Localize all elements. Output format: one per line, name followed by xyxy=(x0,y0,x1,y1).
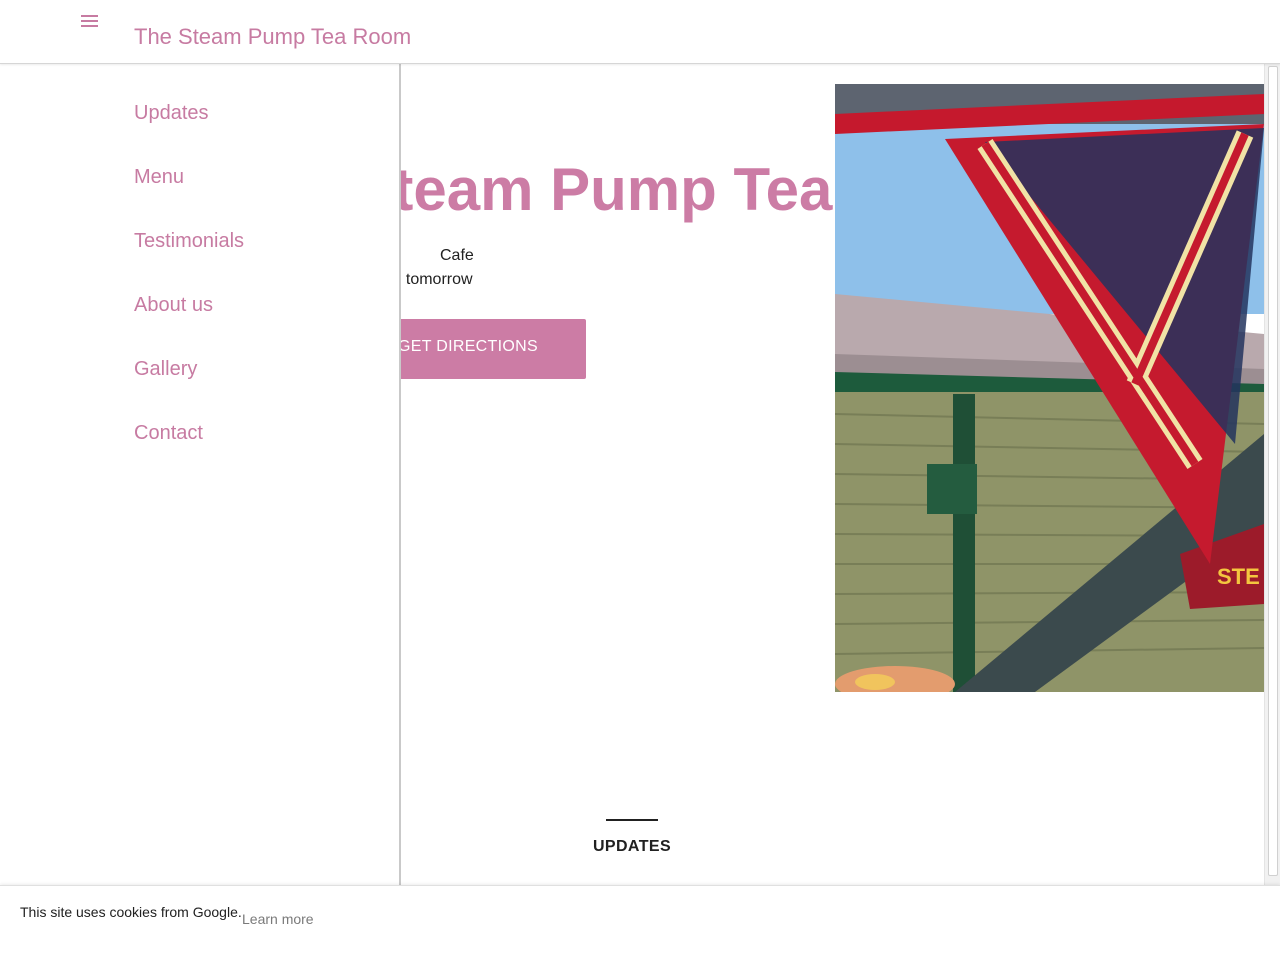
nav-item-gallery[interactable]: Gallery xyxy=(134,357,197,381)
nav-item-updates[interactable]: Updates xyxy=(134,101,209,125)
hero-photo: STE xyxy=(835,84,1264,692)
nav-item-testimonials[interactable]: Testimonials xyxy=(134,229,244,253)
nav-item-contact[interactable]: Contact xyxy=(134,421,203,445)
navigation-drawer: Updates Menu Testimonials About us Galle… xyxy=(0,64,401,886)
nav-item-menu[interactable]: Menu xyxy=(134,165,184,189)
hamburger-menu-icon[interactable] xyxy=(76,8,104,34)
photo-sign-text: STE xyxy=(1217,564,1260,589)
menu-icon-line xyxy=(81,15,98,17)
section-divider xyxy=(606,819,658,821)
cookie-notice-text: This site uses cookies from Google. xyxy=(20,904,242,920)
menu-icon-line xyxy=(81,25,98,27)
cookie-banner: This site uses cookies from Google. Lear… xyxy=(0,885,1280,960)
business-category: Cafe xyxy=(440,247,474,264)
page-scrollbar[interactable] xyxy=(1264,64,1280,886)
top-app-bar: The Steam Pump Tea Room xyxy=(0,0,1280,64)
scrollbar-thumb[interactable] xyxy=(1268,66,1278,876)
learn-more-link[interactable]: Learn more xyxy=(242,911,314,927)
get-directions-label: GET DIRECTIONS xyxy=(398,338,538,355)
menu-icon-line xyxy=(81,20,98,22)
nav-item-about-us[interactable]: About us xyxy=(134,293,213,317)
site-title[interactable]: The Steam Pump Tea Room xyxy=(134,24,411,50)
